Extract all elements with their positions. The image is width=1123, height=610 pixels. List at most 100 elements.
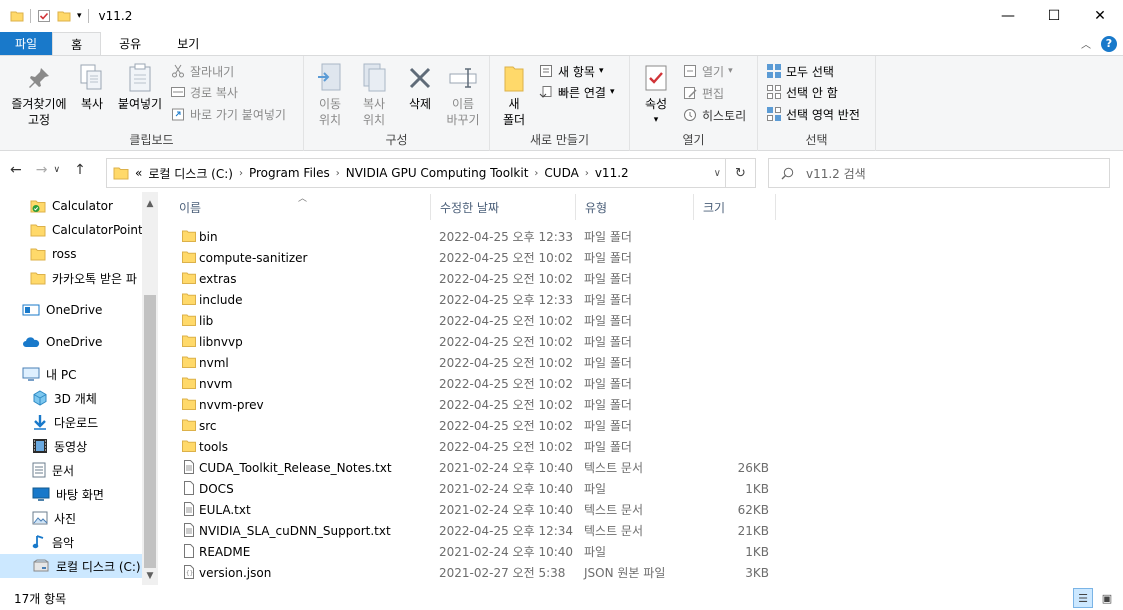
breadcrumb-local-disk[interactable]: 로컬 디스크 (C:): [148, 165, 233, 182]
nav-item[interactable]: 바탕 화면: [0, 482, 142, 506]
file-type: 파일 폴더: [584, 230, 632, 244]
file-row[interactable]: CUDA_Toolkit_Release_Notes.txt 2021-02-24…: [170, 457, 780, 478]
column-header-date[interactable]: 수정한 날짜: [431, 194, 576, 220]
chevron-right-icon[interactable]: ›: [585, 168, 589, 179]
file-row[interactable]: README 2021-02-24 오후 10:40 파일 1KB: [170, 541, 780, 562]
copy-to-button[interactable]: 복사 위치: [354, 62, 394, 128]
invert-selection-button[interactable]: 선택 영역 반전: [766, 104, 860, 124]
column-header-size[interactable]: 크기: [694, 194, 776, 220]
chevron-down-icon: ▾: [598, 66, 604, 76]
details-view-icon[interactable]: ☰: [1073, 588, 1093, 608]
file-row[interactable]: lib 2022-04-25 오전 10:02 파일 폴더: [170, 310, 780, 331]
new-folder-button[interactable]: 새 폴더: [498, 62, 530, 128]
copy-button[interactable]: 복사: [74, 62, 110, 112]
nav-item[interactable]: 로컬 디스크 (C:): [0, 554, 142, 578]
file-row[interactable]: src 2022-04-25 오전 10:02 파일 폴더: [170, 415, 780, 436]
nav-item[interactable]: OneDrive: [0, 330, 142, 354]
file-row[interactable]: EULA.txt 2021-02-24 오후 10:40 텍스트 문서 62KB: [170, 499, 780, 520]
file-row[interactable]: nvvm-prev 2022-04-25 오전 10:02 파일 폴더: [170, 394, 780, 415]
nav-item[interactable]: Calculator: [0, 194, 142, 218]
select-none-button[interactable]: 선택 안 함: [766, 82, 838, 102]
search-input[interactable]: v11.2 검색: [768, 158, 1110, 188]
nav-item[interactable]: 내 PC: [0, 362, 142, 386]
folder-icon: [30, 247, 46, 261]
new-item-button[interactable]: 새 항목 ▾: [538, 61, 603, 81]
nav-item[interactable]: CalculatorPointe: [0, 218, 142, 242]
nav-item[interactable]: 다운로드: [0, 410, 142, 434]
open-button[interactable]: 열기 ▾: [682, 61, 733, 81]
scroll-down-arrow-icon[interactable]: ▼: [142, 568, 158, 584]
back-arrow-icon[interactable]: ←: [10, 162, 22, 178]
breadcrumb-overflow[interactable]: «: [135, 166, 142, 180]
history-button[interactable]: 히스토리: [682, 105, 746, 125]
tab-home[interactable]: 홈: [52, 32, 102, 55]
forward-arrow-icon[interactable]: →: [36, 162, 48, 178]
properties-icon[interactable]: [37, 9, 51, 23]
breadcrumb-v11-2[interactable]: v11.2: [595, 166, 629, 180]
minimize-button[interactable]: —: [985, 0, 1031, 32]
nav-scrollbar-thumb[interactable]: [144, 295, 156, 568]
column-header-type[interactable]: 유형: [576, 194, 694, 220]
properties-button[interactable]: 속성 ▾: [638, 62, 674, 128]
up-arrow-icon[interactable]: ↑: [74, 162, 86, 178]
tab-share[interactable]: 공유: [101, 32, 159, 55]
select-all-button[interactable]: 모두 선택: [766, 61, 834, 81]
paste-button[interactable]: 붙여넣기: [114, 62, 166, 112]
copy-path-button[interactable]: 경로 복사: [170, 82, 238, 102]
file-row[interactable]: NVIDIA_SLA_cuDNN_Support.txt 2022-04-25 오…: [170, 520, 780, 541]
chevron-right-icon[interactable]: ›: [336, 168, 340, 179]
file-row[interactable]: DOCS 2021-02-24 오후 10:40 파일 1KB: [170, 478, 780, 499]
large-icons-view-icon[interactable]: ▣: [1097, 588, 1117, 608]
column-header-name[interactable]: 이름 ︿: [170, 194, 431, 220]
nav-item[interactable]: 문서: [0, 458, 142, 482]
file-row[interactable]: compute-sanitizer 2022-04-25 오전 10:02 파일 폴…: [170, 247, 780, 268]
file-row[interactable]: tools 2022-04-25 오전 10:02 파일 폴더: [170, 436, 780, 457]
address-bar[interactable]: « 로컬 디스크 (C:) › Program Files › NVIDIA G…: [106, 158, 756, 188]
breadcrumb-nvidia-toolkit[interactable]: NVIDIA GPU Computing Toolkit: [346, 166, 529, 180]
nav-item[interactable]: 사진: [0, 506, 142, 530]
file-name: nvvm: [199, 376, 233, 391]
file-row[interactable]: libnvvp 2022-04-25 오전 10:02 파일 폴더: [170, 331, 780, 352]
help-icon[interactable]: ?: [1101, 35, 1117, 52]
maximize-button[interactable]: ☐: [1031, 0, 1077, 32]
chevron-right-icon[interactable]: ›: [534, 168, 538, 179]
scroll-up-arrow-icon[interactable]: ▲: [142, 196, 158, 212]
tab-view[interactable]: 보기: [159, 32, 217, 55]
pin-quick-access-button[interactable]: 즐겨찾기에 고정: [8, 62, 70, 128]
nav-item[interactable]: ross: [0, 242, 142, 266]
nav-item-label: 사진: [54, 511, 77, 526]
navigation-row: ← → ∨ ↑ « 로컬 디스크 (C:) › Program Files › …: [0, 157, 1123, 188]
paste-shortcut-button[interactable]: 바로 가기 붙여넣기: [170, 104, 286, 124]
collapse-ribbon-icon[interactable]: ︿: [1081, 36, 1091, 51]
tab-file[interactable]: 파일: [0, 32, 53, 55]
file-row[interactable]: {} version.json 2021-02-27 오전 5:38 JSON 원본 …: [170, 562, 780, 583]
breadcrumb-cuda[interactable]: CUDA: [544, 166, 578, 180]
nav-item[interactable]: 3D 개체: [0, 386, 142, 410]
file-row[interactable]: nvml 2022-04-25 오전 10:02 파일 폴더: [170, 352, 780, 373]
move-to-button[interactable]: 이동 위치: [310, 62, 350, 128]
file-row[interactable]: include 2022-04-25 오후 12:33 파일 폴더: [170, 289, 780, 310]
delete-button[interactable]: 삭제: [402, 62, 438, 112]
nav-item[interactable]: OneDrive: [0, 298, 142, 322]
chevron-right-icon[interactable]: ›: [239, 168, 243, 179]
nav-item[interactable]: 카카오톡 받은 파: [0, 266, 142, 290]
file-row[interactable]: nvvm 2022-04-25 오전 10:02 파일 폴더: [170, 373, 780, 394]
refresh-icon[interactable]: ↻: [725, 159, 755, 187]
cut-button[interactable]: 잘라내기: [170, 61, 234, 81]
address-history-chevron-icon[interactable]: ∨: [714, 168, 721, 179]
ribbon: 즐겨찾기에 고정 복사 붙여넣기 잘라내기 경로 복사 바로 가기 붙여넣기 클…: [0, 55, 1123, 151]
file-date: 2021-02-24 오후 10:40: [439, 482, 574, 496]
new-folder-icon[interactable]: [57, 9, 71, 23]
file-row[interactable]: extras 2022-04-25 오전 10:02 파일 폴더: [170, 268, 780, 289]
breadcrumb-program-files[interactable]: Program Files: [249, 166, 330, 180]
recent-locations-chevron-icon[interactable]: ∨: [53, 165, 60, 175]
file-row[interactable]: bin 2022-04-25 오후 12:33 파일 폴더: [170, 226, 780, 247]
column-headers: 이름 ︿ 수정한 날짜 유형 크기: [170, 194, 780, 220]
customize-qat-dropdown[interactable]: ▾: [77, 11, 82, 21]
nav-item[interactable]: 음악: [0, 530, 142, 554]
rename-button[interactable]: 이름 바꾸기: [442, 62, 484, 128]
close-button[interactable]: ✕: [1077, 0, 1123, 32]
easy-access-button[interactable]: 빠른 연결 ▾: [538, 82, 615, 102]
edit-button[interactable]: 편집: [682, 83, 724, 103]
nav-item[interactable]: 동영상: [0, 434, 142, 458]
